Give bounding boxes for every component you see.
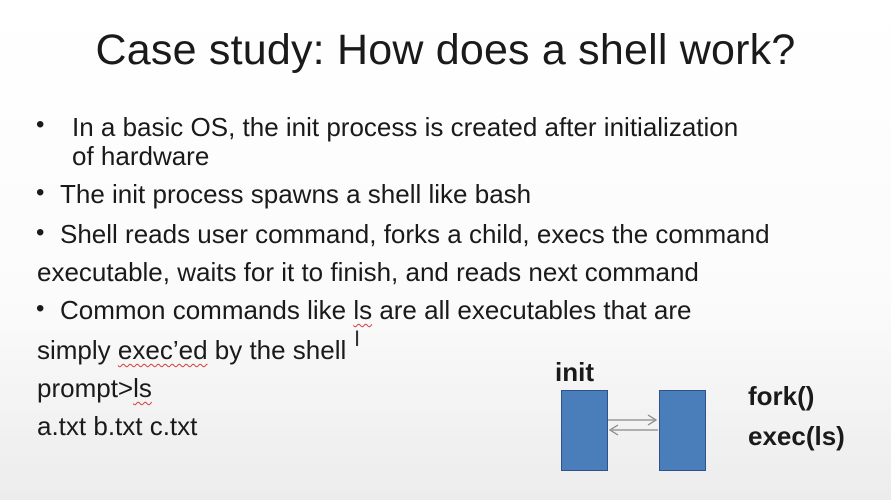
bullet-3-line-1: Shell reads user command, forks a child,…	[60, 219, 770, 249]
bullet-4-line-2: simply exec’ed by the shell	[37, 335, 346, 365]
init-label: init	[555, 357, 594, 387]
files-output: a.txt b.txt c.txt	[37, 411, 198, 441]
exec-word: exec’ed	[117, 335, 208, 365]
bullet-4-text-b: are all executables that are	[372, 295, 692, 325]
slide-title: Case study: How does a shell work?	[95, 26, 796, 74]
exec-label: exec(ls)	[748, 421, 845, 451]
bullet-1-line-2: of hardware	[72, 141, 210, 171]
bullet-4-text-d: by the shell	[207, 335, 347, 365]
bullet-marker: •	[36, 295, 45, 322]
bullet-marker: •	[36, 111, 45, 138]
prompt-ls: ls	[133, 373, 152, 403]
ls-word: ls	[353, 295, 373, 325]
bullet-marker: •	[36, 219, 45, 246]
child-process-box	[659, 390, 706, 471]
bullet-4-text-a: Common commands like	[60, 295, 354, 325]
prompt-text: prompt>	[37, 373, 134, 403]
prompt-line: prompt>ls	[37, 373, 152, 403]
bullet-1-line-1: In a basic OS, the init process is creat…	[72, 112, 739, 142]
bullet-2-text: The init process spawns a shell like bas…	[60, 179, 532, 209]
bullet-4-text-c: simply	[37, 335, 118, 365]
bullet-3-line-2: executable, waits for it to finish, and …	[37, 257, 699, 287]
fork-label: fork()	[748, 381, 815, 411]
bullet-4-line-1: Common commands like ls are all executab…	[60, 295, 692, 325]
text-cursor-icon: I	[354, 326, 361, 351]
fork-arrows-icon	[608, 414, 658, 436]
slide: Case study: How does a shell work? • In …	[0, 0, 891, 500]
parent-process-box	[561, 390, 608, 471]
bullet-marker: •	[36, 179, 45, 206]
